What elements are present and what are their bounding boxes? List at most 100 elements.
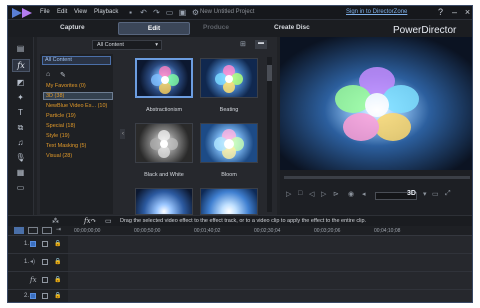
app-window: File Edit View Playback ▪ ↶ ↷ ▭ ▣ ⚙ New … xyxy=(7,5,473,303)
folder-icon[interactable]: ▭ xyxy=(165,8,174,17)
magic-wand-icon[interactable]: ⁂ xyxy=(52,217,59,225)
effect-thumb[interactable] xyxy=(135,188,193,215)
storyboard-view-icon[interactable] xyxy=(28,227,38,234)
close-icon[interactable]: × xyxy=(462,7,472,18)
effect-thumb-black-and-white[interactable] xyxy=(135,123,193,163)
effect-thumb[interactable] xyxy=(200,188,258,215)
category-item[interactable]: NewBlue Video Es... (10) xyxy=(46,103,107,109)
content-filter-dropdown[interactable]: All Content ▾ xyxy=(92,40,162,50)
dock-preview-icon[interactable]: ▭ xyxy=(432,190,439,198)
lock-icon[interactable]: 🔒 xyxy=(54,240,61,247)
mode-capture[interactable]: Capture xyxy=(60,24,85,31)
media-room-icon[interactable]: ▤ xyxy=(14,43,27,54)
effect-room-icon[interactable]: fx xyxy=(12,59,30,72)
seek-bar[interactable] xyxy=(284,176,470,179)
particle-room-icon[interactable]: ✦ xyxy=(14,92,27,103)
track-manager-icon[interactable] xyxy=(42,227,52,234)
effect-thumb-bloom[interactable] xyxy=(200,123,258,163)
category-item[interactable]: Particle (19) xyxy=(46,113,76,119)
audio-mixing-icon[interactable]: ♫ xyxy=(14,137,27,148)
effect-thumb-beating[interactable] xyxy=(200,58,258,98)
fx-insert-icon[interactable]: fx↷ xyxy=(84,217,96,225)
settings-icon[interactable]: ⚙ xyxy=(191,8,200,17)
flower-icon xyxy=(214,129,244,159)
video-track-2[interactable] xyxy=(68,290,472,302)
subtitle-room-icon[interactable]: ▭ xyxy=(14,182,27,193)
category-list: All Content ⌂ ✎ My Favorites (0) 3D (38)… xyxy=(40,54,113,214)
modify-icon[interactable]: ▭ xyxy=(105,217,112,225)
track-header-video-1: 1. 🔒 xyxy=(8,236,68,254)
timeline-header: ⇥ xyxy=(8,226,68,236)
menu-view[interactable]: View xyxy=(74,9,87,15)
category-item[interactable]: Visual (28) xyxy=(46,153,72,159)
grid-view-icon[interactable]: ⊞ xyxy=(240,40,249,49)
lock-icon[interactable]: 🔒 xyxy=(54,258,61,265)
snapshot-icon[interactable]: ◉ xyxy=(348,190,354,198)
ruler-time: 00;04;10;08 xyxy=(374,228,401,234)
title-room-icon[interactable]: T xyxy=(14,107,27,118)
track-enable-checkbox[interactable] xyxy=(42,293,48,299)
category-item[interactable]: Style (19) xyxy=(46,133,70,139)
lock-icon[interactable]: 🔒 xyxy=(54,292,61,299)
voice-over-icon[interactable]: 🎙 xyxy=(14,152,27,163)
minimize-icon[interactable]: – xyxy=(449,7,460,18)
category-all-content[interactable]: All Content xyxy=(42,56,111,65)
chevron-down-icon[interactable]: ▾ xyxy=(423,190,427,198)
video-track-1[interactable] xyxy=(68,236,472,254)
previous-frame-icon[interactable]: ◁ xyxy=(309,190,314,198)
chapter-room-icon[interactable]: ▦ xyxy=(14,167,27,178)
timeline: ⇥ 00;00;00;00 00;00;50;00 00;01;40;02 00… xyxy=(8,226,472,302)
category-item[interactable]: Special (18) xyxy=(46,123,75,129)
category-item[interactable]: My Favorites (0) xyxy=(46,83,86,89)
track-number: 1. xyxy=(24,241,30,247)
track-enable-checkbox[interactable] xyxy=(42,259,48,265)
video-track-icon xyxy=(30,293,36,299)
menu-playback[interactable]: Playback xyxy=(94,9,118,15)
menu-file[interactable]: File xyxy=(40,9,50,15)
3d-mode-button[interactable]: 3D xyxy=(407,190,416,197)
timeline-ruler[interactable]: 00;00;00;00 00;00;50;00 00;01;40;02 00;0… xyxy=(68,226,472,236)
volume-icon[interactable]: ◂ xyxy=(362,190,366,198)
scrollbar-thumb[interactable] xyxy=(267,65,272,81)
tag-edit-icon[interactable]: ✎ xyxy=(60,71,66,79)
track-enable-checkbox[interactable] xyxy=(42,277,48,283)
ruler-time: 00;02;30;04 xyxy=(254,228,281,234)
effect-caption: Beating xyxy=(219,107,239,113)
sign-in-link[interactable]: Sign in to DirectorZone xyxy=(346,9,407,15)
category-item[interactable]: Text Masking (5) xyxy=(46,143,86,149)
menu-edit[interactable]: Edit xyxy=(57,9,67,15)
video-track-icon xyxy=(30,241,36,247)
transition-room-icon[interactable]: ⧉ xyxy=(14,122,27,133)
stop-icon[interactable]: □ xyxy=(298,190,302,197)
pip-room-icon[interactable]: ◩ xyxy=(14,77,27,88)
fast-forward-icon[interactable]: ⊳ xyxy=(333,190,339,198)
track-enable-checkbox[interactable] xyxy=(42,241,48,247)
ruler-time: 00;03;20;06 xyxy=(314,228,341,234)
play-icon[interactable]: ▷ xyxy=(286,190,291,198)
content-filter-value: All Content xyxy=(97,42,124,48)
tag-icon[interactable]: ⌂ xyxy=(46,71,50,78)
audio-track-1[interactable] xyxy=(68,254,472,272)
effect-thumbnail-grid: Abstractionism Beating Black and White B… xyxy=(125,54,263,215)
undo-icon[interactable]: ↶ xyxy=(139,8,148,17)
mode-create-disc[interactable]: Create Disc xyxy=(274,24,310,31)
help-icon[interactable]: ? xyxy=(435,7,446,18)
chevron-down-icon: ▾ xyxy=(155,42,158,48)
list-view-icon[interactable]: ▬ xyxy=(255,40,267,49)
next-frame-icon[interactable]: ▷ xyxy=(321,190,326,198)
display-icon[interactable]: ▣ xyxy=(178,8,187,17)
effect-track[interactable] xyxy=(68,272,472,290)
timeline-view-icon[interactable] xyxy=(14,227,24,234)
fullscreen-icon[interactable]: ⤢ xyxy=(445,190,451,198)
redo-icon[interactable]: ↷ xyxy=(152,8,161,17)
mode-produce[interactable]: Produce xyxy=(203,24,229,31)
library-scrollbar[interactable] xyxy=(267,57,272,212)
category-item[interactable]: 3D (38) xyxy=(46,93,64,99)
mode-edit[interactable]: Edit xyxy=(118,22,190,35)
track-header-audio-1: 1. ◂) 🔒 xyxy=(8,254,68,272)
fit-icon[interactable]: ⇥ xyxy=(56,226,61,233)
effect-thumb-abstractionism[interactable] xyxy=(135,58,193,98)
lock-icon[interactable]: 🔒 xyxy=(54,276,61,283)
ruler-time: 00;01;40;02 xyxy=(194,228,221,234)
save-icon[interactable]: ▪ xyxy=(126,8,135,17)
